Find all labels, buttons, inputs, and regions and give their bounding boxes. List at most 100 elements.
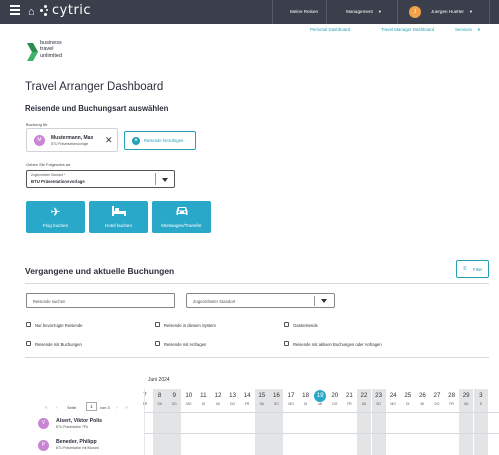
- calendar-weekday: SO: [171, 402, 177, 406]
- traveller-search-input[interactable]: Reisende suchen: [26, 293, 175, 308]
- location-filter-select[interactable]: Zugeordneter Standort: [186, 293, 335, 308]
- calendar-weekday: MI: [420, 402, 425, 406]
- book-hotel-tile[interactable]: Hotel buchen: [89, 201, 148, 233]
- calendar-day-number: 26: [418, 392, 426, 399]
- calendar-weekday: DO: [332, 402, 338, 406]
- checkbox-active[interactable]: [284, 341, 289, 346]
- booking-for-label: Buchung für: [26, 122, 48, 127]
- tile-label: Mietwagen/Transfer: [161, 223, 202, 228]
- first-page-icon[interactable]: «: [45, 405, 48, 411]
- calendar-day-column: 21 FR: [342, 389, 356, 455]
- chevron-down-icon: [321, 299, 327, 303]
- chevron-down-icon: [162, 178, 168, 182]
- calendar-day-number: 24: [389, 392, 397, 399]
- checkbox-system[interactable]: [155, 322, 160, 327]
- calendar-day-column: 12 MI: [211, 389, 225, 455]
- traveller-row-profile: BTU Präsentation mit Wizzard: [56, 446, 99, 450]
- calendar-weekday: MO: [390, 402, 396, 406]
- checkbox-label: Reisende mit Buchungen: [35, 342, 82, 347]
- instruction-text: Geben Sie Folgendes an:: [26, 162, 72, 167]
- calendar-day-number: 23: [375, 392, 383, 399]
- calendar-weekday: DI: [201, 402, 206, 406]
- calendar-weekday: SA: [361, 402, 367, 406]
- book-car-tile[interactable]: Mietwagen/Transfer: [152, 201, 211, 233]
- divider: [25, 357, 489, 358]
- calendar-day-column: 10 MO: [182, 389, 196, 455]
- plus-icon: +: [132, 137, 140, 145]
- calendar-day-number: 25: [404, 392, 412, 399]
- menu-icon[interactable]: [10, 5, 20, 15]
- filter-button[interactable]: ≡ Filter: [456, 260, 489, 278]
- subnav-travel-manager-dashboard[interactable]: Travel Manager Dashboard: [381, 27, 434, 32]
- nav-divider: [272, 0, 273, 24]
- nav-meine-reisen[interactable]: Meine Reisen: [290, 0, 318, 24]
- user-name: Juergen Huetter: [431, 9, 464, 14]
- nav-user-menu[interactable]: Juergen Huetter ▼: [431, 0, 473, 24]
- nav-divider: [326, 0, 327, 24]
- car-icon-svg: [176, 207, 187, 215]
- nav-management[interactable]: Management ▼: [346, 0, 382, 24]
- checkbox-with-bookings[interactable]: [26, 341, 31, 346]
- chevron-down-icon: ▼: [468, 9, 473, 14]
- checkbox-with-requests[interactable]: [155, 341, 160, 346]
- calendar-day-column: 27 DO: [430, 389, 444, 455]
- prev-page-icon[interactable]: ‹: [56, 405, 58, 411]
- calendar-day-number: 11: [200, 392, 207, 399]
- calendar-day-number: 16: [272, 392, 280, 399]
- location-select[interactable]: Zugeordneter Standort * BTU Präsentation…: [26, 170, 175, 188]
- add-traveller-label: Reisende hinzufügen: [144, 138, 184, 143]
- brand-logo[interactable]: cytric: [40, 3, 91, 18]
- traveller-row-name[interactable]: Beneder, Philipp: [56, 439, 97, 445]
- subnav-services-label: Services: [455, 27, 472, 32]
- checkbox-label: Reisende mit aktiven Buchungen oder Anfr…: [293, 342, 382, 347]
- section-title-bookings: Vergangene und aktuelle Buchungen: [25, 266, 175, 276]
- checkbox-guests[interactable]: [284, 322, 289, 327]
- home-icon[interactable]: ⌂: [28, 5, 35, 19]
- car-icon: [152, 205, 211, 219]
- calendar-weekday: FR: [449, 402, 454, 406]
- calendar-day-column: 25 DI: [401, 389, 415, 455]
- last-page-icon[interactable]: »: [125, 405, 128, 411]
- checkbox-label: Reisende in diesem System: [164, 323, 216, 328]
- next-page-icon[interactable]: ›: [116, 405, 118, 411]
- calendar-day-column: 24 MO: [386, 389, 400, 455]
- location-select-caption: Zugeordneter Standort *: [31, 173, 66, 177]
- checkbox-label: Nur bevorzugte Reisende: [35, 323, 83, 328]
- calendar-day-number: 20: [331, 392, 339, 399]
- calendar-day-column: 29 SA: [459, 389, 474, 455]
- nav-divider: [489, 0, 490, 24]
- book-flight-tile[interactable]: ✈ Flug buchen: [26, 201, 85, 233]
- checkbox-label: Gastreisende: [293, 323, 318, 328]
- calendar-day-number: 8: [157, 392, 162, 399]
- section-title-traveller: Reisende und Buchungsart auswählen: [25, 104, 169, 113]
- calendar-weekday: MI: [318, 402, 323, 406]
- traveller-profile: BTU Präsentationsvorlage: [51, 142, 89, 146]
- subnav-personal-dashboard[interactable]: Personal Dashboard: [310, 27, 350, 32]
- calendar-divider: [144, 389, 145, 455]
- avatar: M: [34, 135, 45, 146]
- bed-icon-svg: [111, 206, 126, 216]
- calendar-day-number: 18: [302, 392, 310, 399]
- calendar-day-column: 23 SO: [371, 389, 386, 455]
- location-select-value: BTU Präsentationsvorlage: [31, 179, 85, 184]
- page-input[interactable]: 1: [86, 402, 97, 411]
- avatar: P: [38, 440, 49, 451]
- calendar-divider: [144, 433, 499, 434]
- traveller-row-profile: BTU Präsentation TPA: [56, 425, 88, 429]
- calendar-day-column: 8 SA: [152, 389, 167, 455]
- calendar-day-column: 16 SO: [269, 389, 284, 455]
- brand-name: cytric: [52, 3, 92, 18]
- calendar-day-number: 17: [287, 392, 295, 399]
- close-icon[interactable]: ✕: [105, 134, 113, 146]
- checkbox-preferred[interactable]: [26, 322, 31, 327]
- filter-label: Filter: [473, 267, 483, 272]
- traveller-row-name[interactable]: Alsert, Viktor Polis: [56, 418, 102, 424]
- user-avatar[interactable]: J: [409, 6, 421, 18]
- calendar-day-number: 19: [316, 392, 324, 399]
- calendar-day-column: 28 FR: [445, 389, 459, 455]
- nav-divider: [397, 0, 398, 24]
- add-traveller-button[interactable]: + Reisende hinzufügen: [124, 131, 196, 150]
- calendar-day-number: 12: [214, 392, 222, 399]
- location-filter-placeholder: Zugeordneter Standort: [193, 299, 236, 304]
- subnav-services[interactable]: Services ▼: [455, 27, 481, 32]
